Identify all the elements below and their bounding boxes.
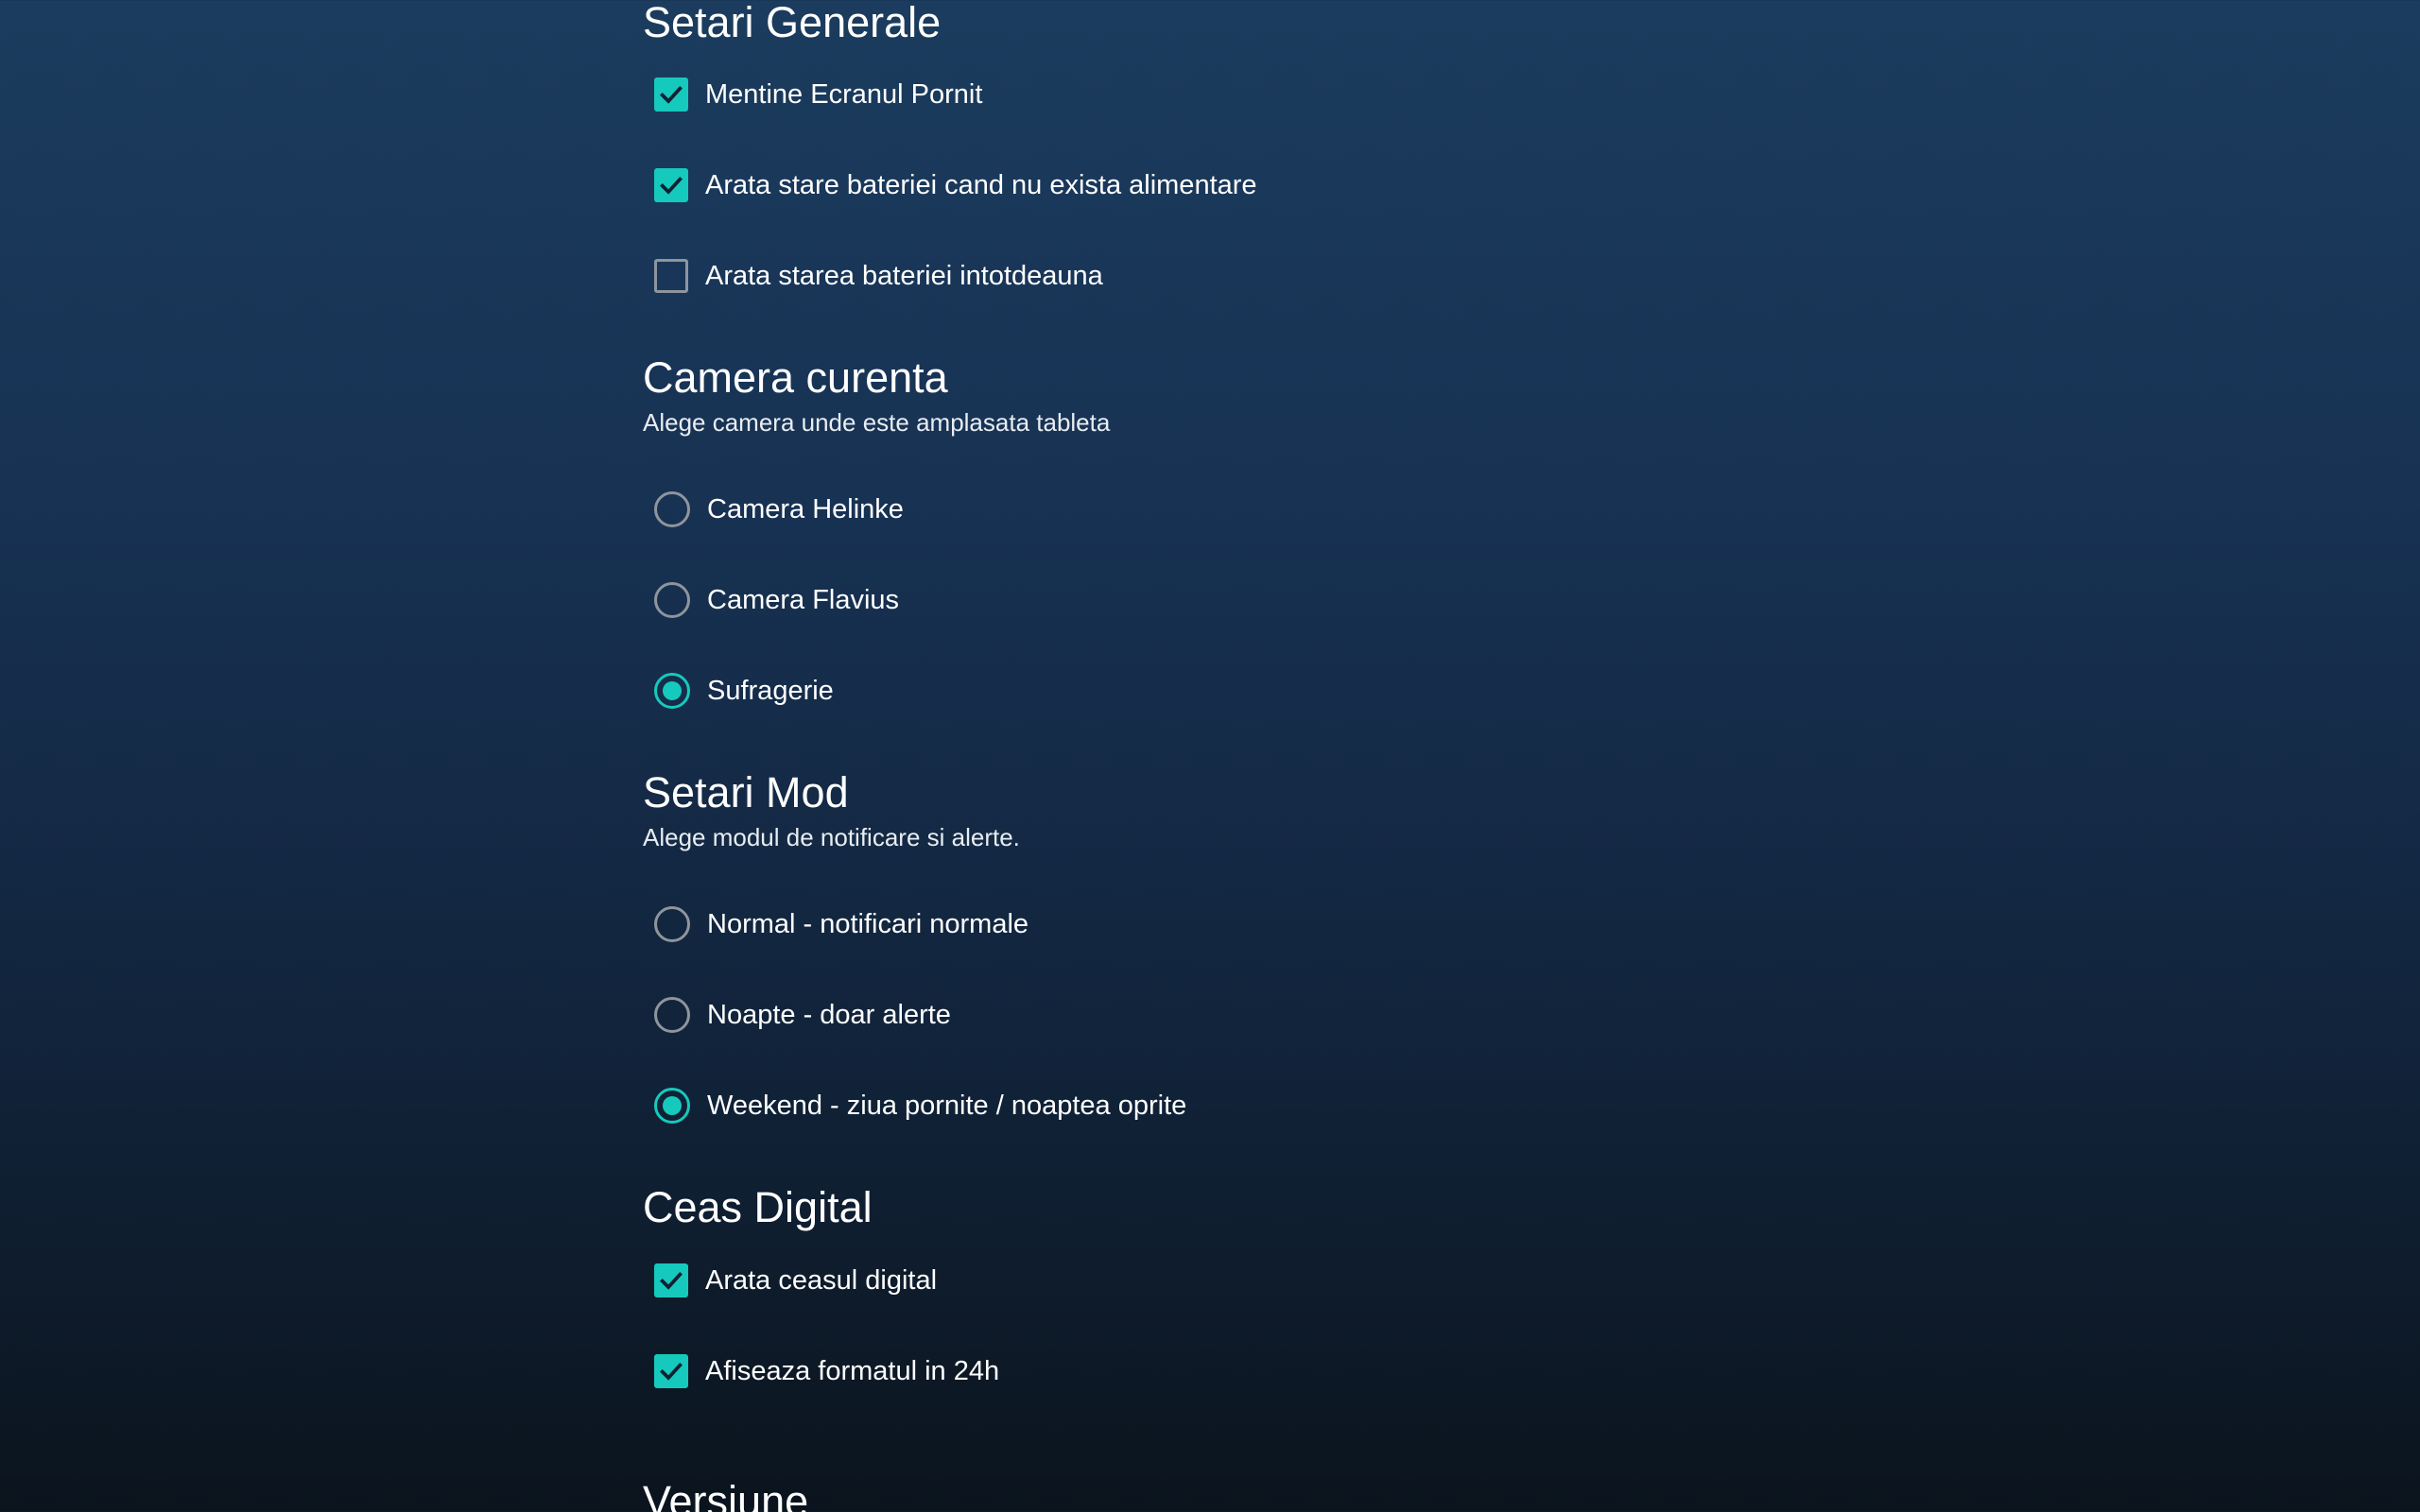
room-helinke-radio[interactable]	[654, 491, 690, 527]
section-title-general: Setari Generale	[643, 0, 942, 46]
show-clock-checkbox[interactable]	[654, 1263, 688, 1297]
room-flavius-radio[interactable]	[654, 582, 690, 618]
mode-normal-radio[interactable]	[654, 906, 690, 942]
checkbox-row-keep-screen-on[interactable]: Mentine Ecranul Pornit	[654, 72, 982, 117]
checkbox-label: Arata starea bateriei intotdeauna	[705, 260, 1103, 291]
section-title-version: Versiune	[643, 1477, 809, 1512]
radio-label: Weekend - ziua pornite / noaptea oprite	[707, 1090, 1187, 1121]
battery-always-checkbox[interactable]	[654, 259, 688, 293]
radio-selected-dot	[663, 1096, 682, 1115]
section-title-clock: Ceas Digital	[643, 1183, 873, 1231]
radio-row-mode-weekend[interactable]: Weekend - ziua pornite / noaptea oprite	[654, 1083, 1186, 1128]
radio-label: Sufragerie	[707, 675, 834, 706]
checkbox-row-show-clock[interactable]: Arata ceasul digital	[654, 1258, 937, 1303]
radio-row-mode-normal[interactable]: Normal - notificari normale	[654, 902, 1028, 947]
checkbox-label: Mentine Ecranul Pornit	[705, 78, 983, 110]
checkmark-icon	[660, 1271, 683, 1290]
checkbox-row-battery-unplugged[interactable]: Arata stare bateriei cand nu exista alim…	[654, 163, 1257, 208]
radio-label: Camera Helinke	[707, 493, 904, 524]
radio-row-room-sufragerie[interactable]: Sufragerie	[654, 668, 834, 713]
room-sufragerie-radio[interactable]	[654, 673, 690, 709]
radio-label: Camera Flavius	[707, 584, 900, 615]
section-subtitle-mode: Alege modul de notificare si alerte.	[643, 823, 1020, 851]
checkbox-label: Arata stare bateriei cand nu exista alim…	[705, 169, 1257, 200]
radio-row-mode-night[interactable]: Noapte - doar alerte	[654, 992, 951, 1038]
checkbox-label: Arata ceasul digital	[705, 1264, 938, 1296]
checkbox-row-battery-always[interactable]: Arata starea bateriei intotdeauna	[654, 253, 1103, 299]
checkbox-row-24h-format[interactable]: Afiseaza formatul in 24h	[654, 1349, 999, 1394]
checkmark-icon	[660, 176, 683, 195]
radio-selected-dot	[663, 681, 682, 700]
radio-row-room-helinke[interactable]: Camera Helinke	[654, 487, 904, 532]
radio-label: Normal - notificari normale	[707, 908, 1029, 939]
radio-row-room-flavius[interactable]: Camera Flavius	[654, 577, 899, 623]
mode-weekend-radio[interactable]	[654, 1088, 690, 1124]
section-title-mode: Setari Mod	[643, 768, 849, 816]
section-title-room: Camera curenta	[643, 353, 948, 402]
mode-night-radio[interactable]	[654, 997, 690, 1033]
checkmark-icon	[660, 85, 683, 104]
battery-unplugged-checkbox[interactable]	[654, 168, 688, 202]
radio-label: Noapte - doar alerte	[707, 999, 951, 1030]
checkmark-icon	[660, 1362, 683, 1381]
section-subtitle-room: Alege camera unde este amplasata tableta	[643, 408, 1111, 437]
checkbox-label: Afiseaza formatul in 24h	[705, 1355, 1000, 1386]
keep-screen-on-checkbox[interactable]	[654, 77, 688, 112]
24h-format-checkbox[interactable]	[654, 1354, 688, 1388]
